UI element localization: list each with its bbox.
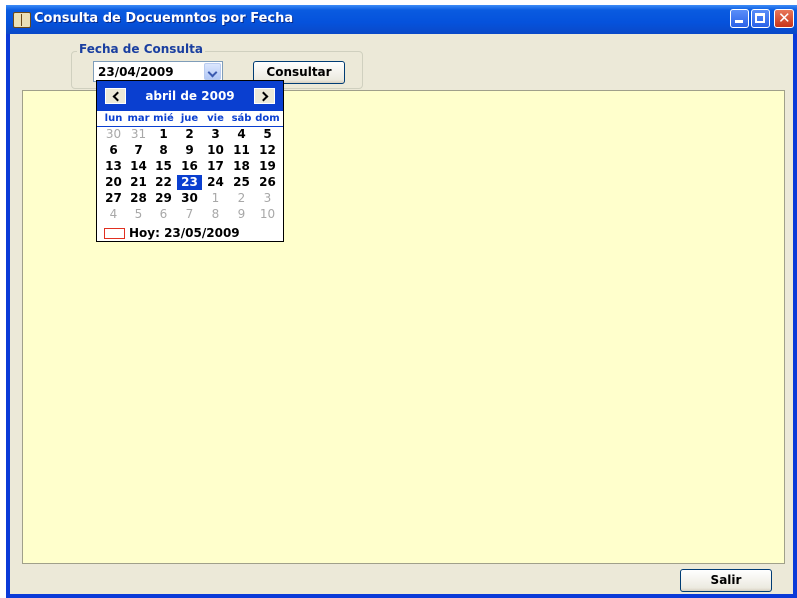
- title-bar[interactable]: Consulta de Docuemntos por Fecha ✕: [6, 5, 797, 34]
- calendar-day-cell[interactable]: 7: [177, 207, 202, 222]
- calendar-day-cell[interactable]: 28: [126, 191, 151, 206]
- calendar-day-cell[interactable]: 11: [229, 143, 254, 158]
- calendar-day-cell[interactable]: 27: [101, 191, 126, 206]
- calendar-day-cell[interactable]: 21: [126, 175, 151, 190]
- calendar-day-cell[interactable]: 4: [101, 207, 126, 222]
- calendar-day-header: mar: [127, 113, 150, 124]
- calendar-day-cell[interactable]: 10: [203, 143, 228, 158]
- calendar-day-cell[interactable]: 31: [126, 127, 151, 142]
- calendar-day-cell[interactable]: 30: [101, 127, 126, 142]
- calendar-day-cell[interactable]: 6: [151, 207, 176, 222]
- maximize-button[interactable]: [751, 9, 770, 28]
- chevron-down-icon[interactable]: [204, 63, 221, 80]
- calendar-day-header: jue: [180, 113, 199, 124]
- calendar-day-cell[interactable]: 29: [151, 191, 176, 206]
- calendar-day-cell[interactable]: 12: [255, 143, 280, 158]
- groupbox-label: Fecha de Consulta: [77, 42, 205, 56]
- calendar-day-cell[interactable]: 23: [177, 175, 202, 190]
- today-marker-icon: [104, 228, 125, 239]
- calendar-day-cell[interactable]: 22: [151, 175, 176, 190]
- calendar-day-cell[interactable]: 13: [101, 159, 126, 174]
- calendar-day-cell[interactable]: 9: [177, 143, 202, 158]
- calendar-day-cell[interactable]: 15: [151, 159, 176, 174]
- calendar-day-cell[interactable]: 30: [177, 191, 202, 206]
- calendar-day-cell[interactable]: 5: [126, 207, 151, 222]
- calendar-day-cell[interactable]: 20: [101, 175, 126, 190]
- today-label[interactable]: Hoy: 23/05/2009: [129, 226, 240, 240]
- calendar-day-header: vie: [207, 113, 224, 124]
- calendar-day-cell[interactable]: 8: [203, 207, 228, 222]
- calendar-day-cell[interactable]: 18: [229, 159, 254, 174]
- calendar-day-cell[interactable]: 1: [151, 127, 176, 142]
- minimize-icon: [735, 20, 743, 23]
- calendar-header: abril de 2009: [97, 81, 283, 111]
- close-icon: ✕: [778, 9, 791, 27]
- calendar-day-cell[interactable]: 6: [101, 143, 126, 158]
- calendar-day-header: lun: [104, 113, 123, 124]
- maximize-icon: [755, 13, 765, 23]
- chevron-right-icon[interactable]: [254, 88, 275, 104]
- calendar-day-cell[interactable]: 1: [203, 191, 228, 206]
- calendar-day-cell[interactable]: 8: [151, 143, 176, 158]
- calendar-day-header: mié: [153, 113, 174, 124]
- calendar-day-cell[interactable]: 9: [229, 207, 254, 222]
- calendar-day-cell[interactable]: 3: [203, 127, 228, 142]
- calendar-day-cell[interactable]: 24: [203, 175, 228, 190]
- calendar-day-cell[interactable]: 17: [203, 159, 228, 174]
- close-button[interactable]: ✕: [774, 9, 794, 28]
- window-title: Consulta de Docuemntos por Fecha: [34, 11, 294, 26]
- calendar-day-cell[interactable]: 19: [255, 159, 280, 174]
- calendar-day-cell[interactable]: 25: [229, 175, 254, 190]
- minimize-button[interactable]: [730, 9, 749, 28]
- calendar-day-cell[interactable]: 4: [229, 127, 254, 142]
- calendar-day-header: dom: [255, 113, 280, 124]
- calendar-day-headers: lun mar mié jue vie sáb dom: [97, 113, 283, 127]
- salir-button[interactable]: Salir: [680, 569, 772, 592]
- calendar-day-cell[interactable]: 2: [229, 191, 254, 206]
- calendar-day-cell[interactable]: 26: [255, 175, 280, 190]
- calendar-day-cell[interactable]: 5: [255, 127, 280, 142]
- date-value: 23/04/2009: [98, 65, 174, 79]
- calendar-day-cell[interactable]: 10: [255, 207, 280, 222]
- calendar-day-cell[interactable]: 2: [177, 127, 202, 142]
- calendar-day-header: sáb: [231, 113, 252, 124]
- calendar-dropdown: abril de 2009 lun mar mié jue vie sáb dom 30 31…: [96, 80, 284, 242]
- calendar-day-cell[interactable]: 16: [177, 159, 202, 174]
- calendar-day-cell[interactable]: 14: [126, 159, 151, 174]
- book-icon: [13, 12, 31, 28]
- date-picker-field[interactable]: 23/04/2009: [93, 61, 223, 82]
- calendar-day-cell[interactable]: 7: [126, 143, 151, 158]
- calendar-day-cell[interactable]: 3: [255, 191, 280, 206]
